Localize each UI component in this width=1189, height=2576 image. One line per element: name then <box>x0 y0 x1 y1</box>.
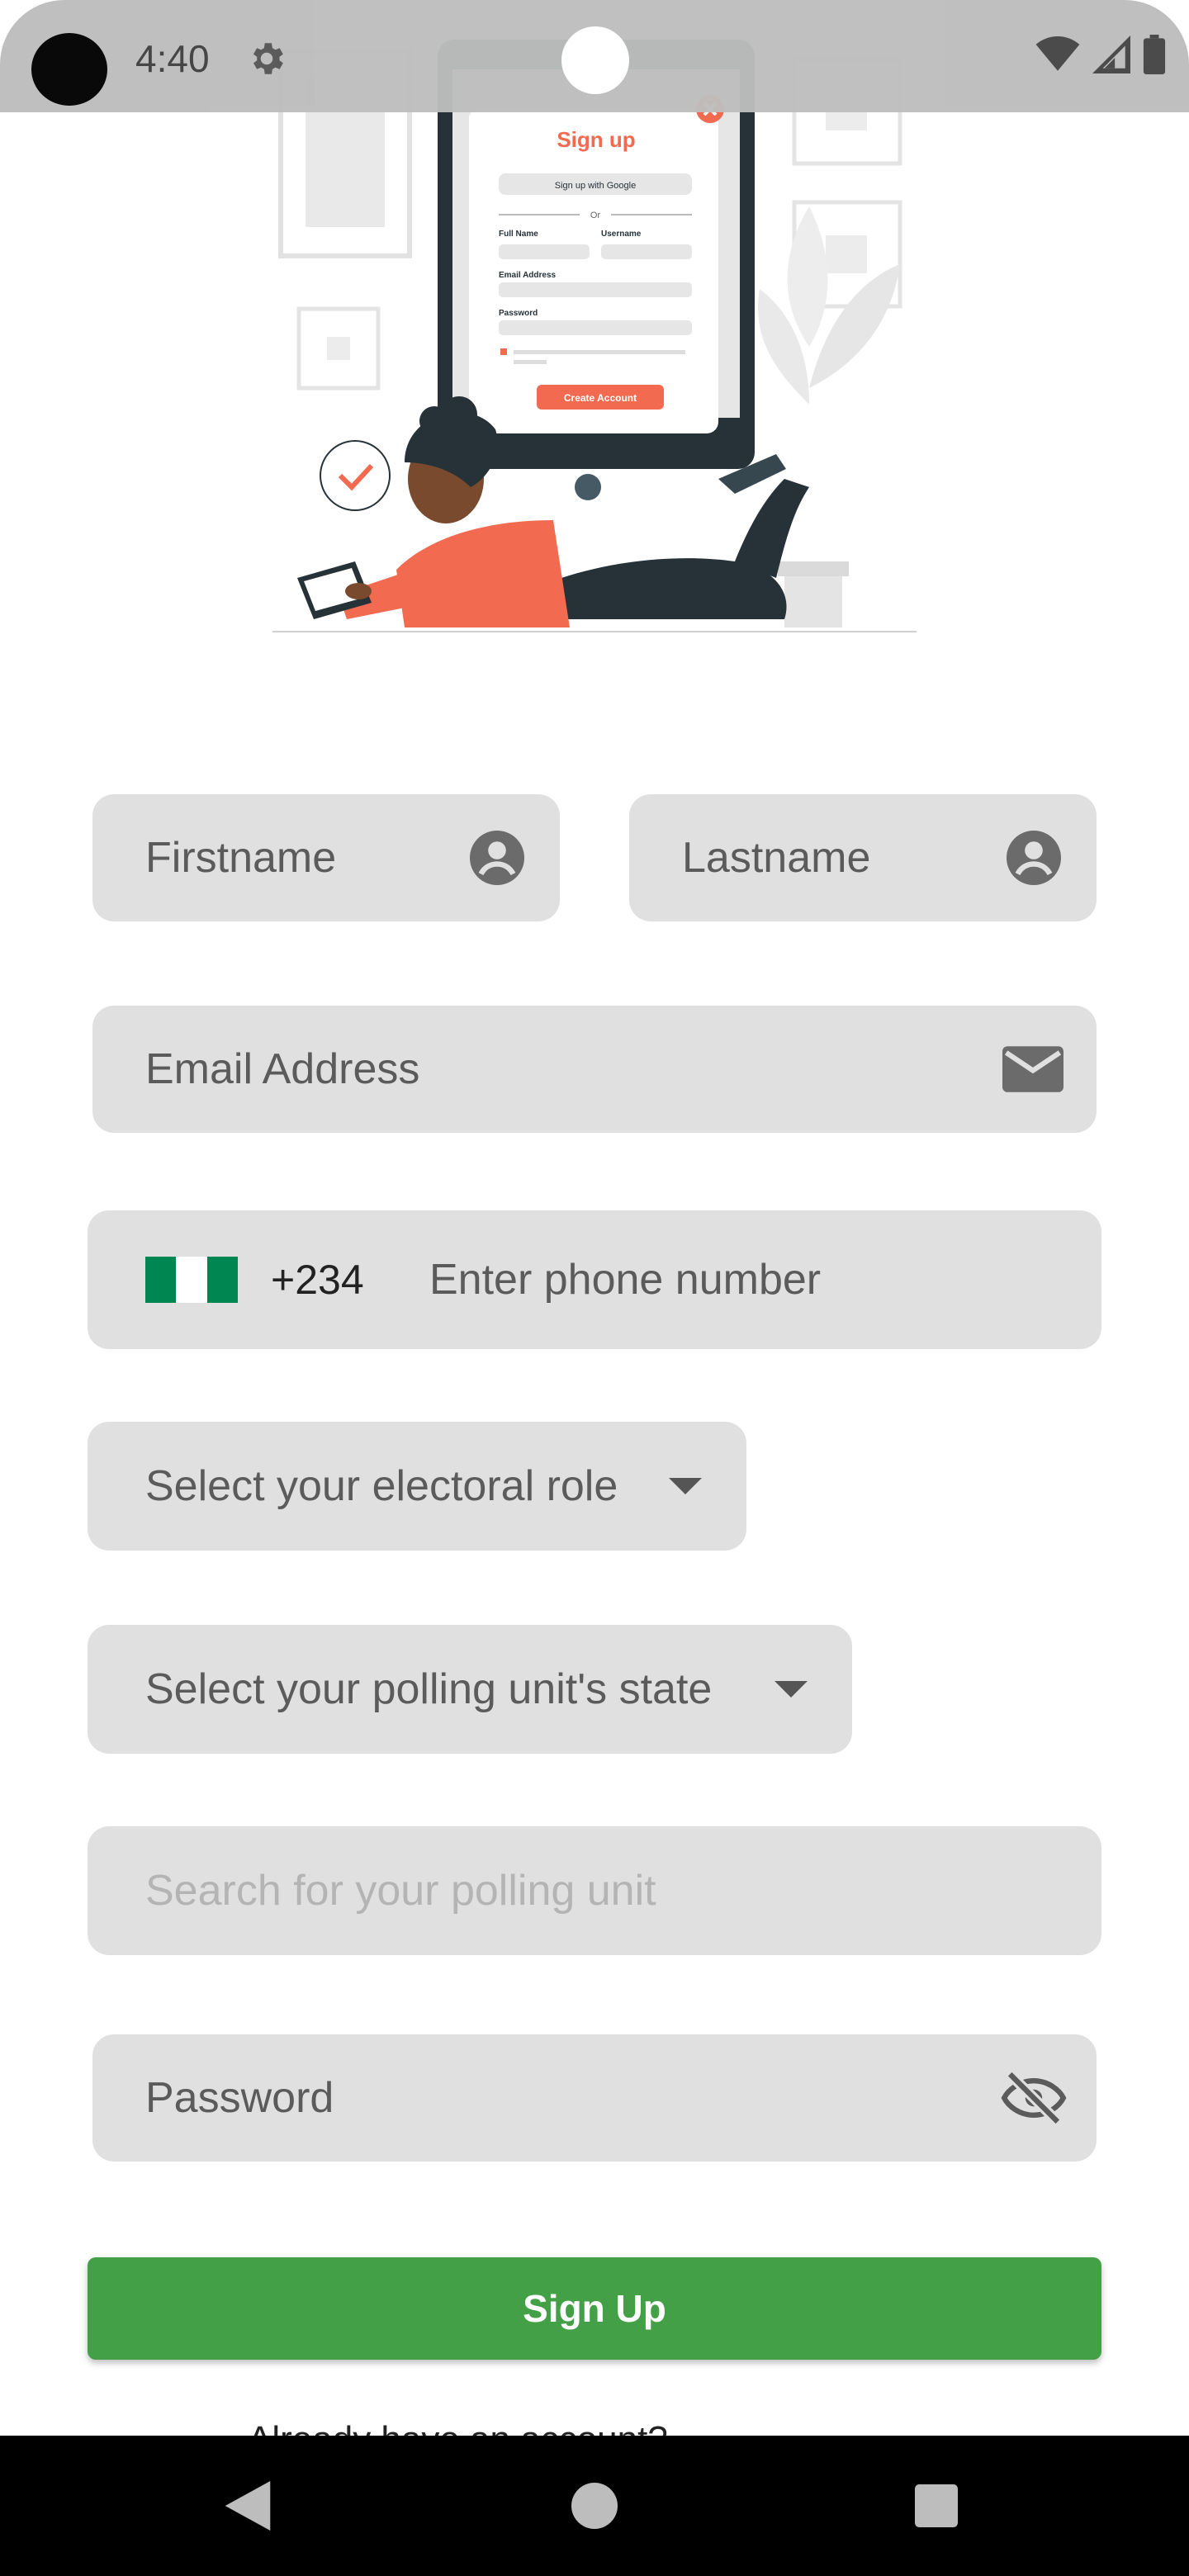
illus-create: Create Account <box>564 392 637 404</box>
email-field[interactable]: Email Address <box>92 1006 1097 1133</box>
polling-unit-placeholder: Search for your polling unit <box>145 1867 656 1915</box>
electoral-role-dropdown[interactable]: Select your electoral role <box>88 1422 746 1551</box>
illus-title: Sign up <box>557 127 635 152</box>
lastname-field[interactable]: Lastname <box>629 794 1097 921</box>
illus-fullname: Full Name <box>499 230 538 239</box>
person-icon <box>470 831 524 885</box>
dropdown-arrow-icon <box>669 1478 702 1494</box>
password-field[interactable]: Password <box>92 2034 1097 2162</box>
illus-google: Sign up with Google <box>555 181 636 191</box>
status-time: 4:40 <box>135 37 210 80</box>
lastname-placeholder: Lastname <box>682 834 871 882</box>
recents-icon[interactable] <box>915 2484 958 2527</box>
polling-unit-search[interactable]: Search for your polling unit <box>88 1826 1101 1955</box>
firstname-field[interactable]: Firstname <box>92 794 560 921</box>
camera-cutout <box>31 33 107 106</box>
phone-field[interactable]: +234 Enter phone number <box>88 1210 1101 1349</box>
person-icon <box>1007 831 1061 885</box>
illus-email: Email Address <box>499 271 557 280</box>
signup-button[interactable]: Sign Up <box>88 2257 1101 2360</box>
firstname-placeholder: Firstname <box>145 834 337 882</box>
wifi-icon <box>1035 36 1080 71</box>
dropdown-arrow-icon <box>775 1681 808 1698</box>
battery-icon <box>1143 35 1166 74</box>
phone-placeholder: Enter phone number <box>429 1256 822 1304</box>
electoral-role-placeholder: Select your electoral role <box>145 1462 618 1510</box>
nigeria-flag-icon[interactable] <box>145 1257 238 1303</box>
polling-state-dropdown[interactable]: Select your polling unit's state <box>88 1625 852 1754</box>
illus-or: Or <box>590 211 601 220</box>
back-icon[interactable] <box>225 2481 271 2531</box>
illus-username: Username <box>601 230 642 239</box>
country-code[interactable]: +234 <box>271 1256 364 1304</box>
gear-icon <box>253 43 283 74</box>
system-icons <box>1035 35 1166 74</box>
polling-state-placeholder: Select your polling unit's state <box>145 1665 713 1713</box>
mail-icon <box>1002 1046 1063 1092</box>
front-camera <box>561 26 629 94</box>
visibility-off-icon[interactable] <box>1001 2072 1067 2124</box>
password-placeholder: Password <box>145 2074 334 2122</box>
email-placeholder: Email Address <box>145 1045 420 1093</box>
signal-icon <box>1092 36 1130 73</box>
signup-illustration: Sign up Sign up with Google Or Full Name… <box>272 40 917 632</box>
navigation-bar <box>0 2436 1189 2576</box>
illus-password: Password <box>499 309 538 318</box>
home-icon[interactable] <box>571 2483 618 2529</box>
